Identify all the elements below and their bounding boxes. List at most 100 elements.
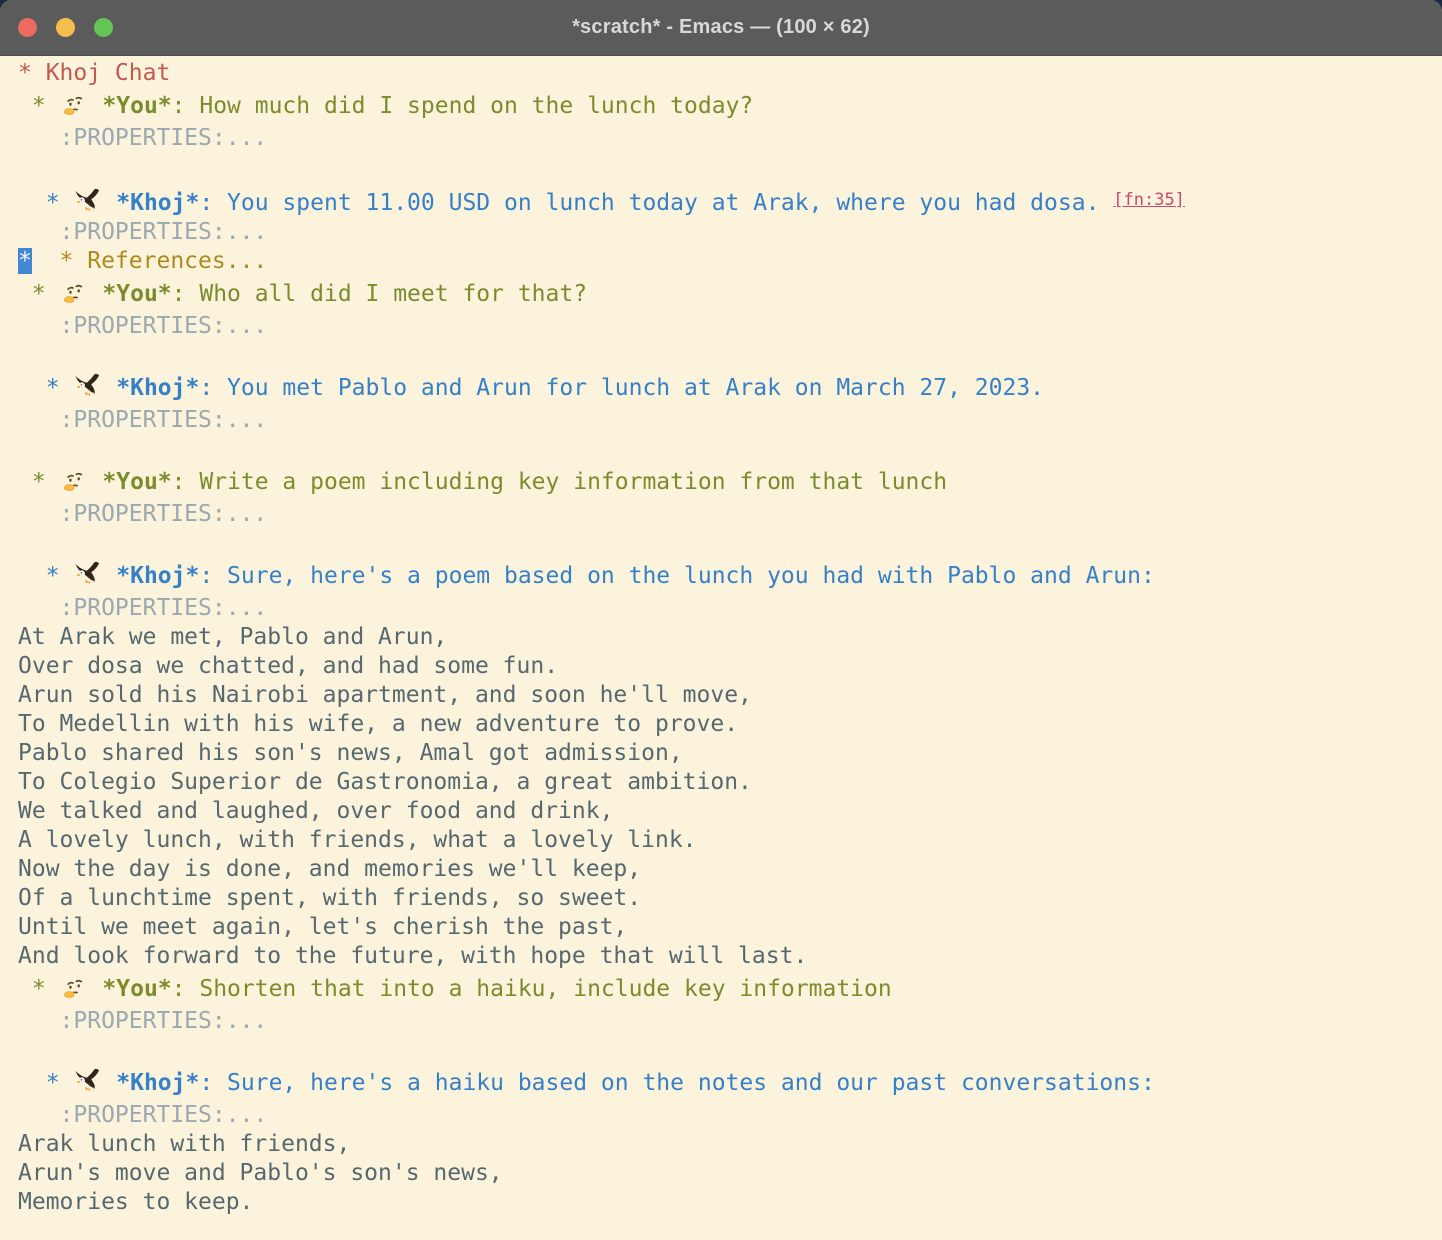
minimize-button[interactable] xyxy=(56,18,75,37)
you-message-text: * xyxy=(18,469,60,495)
you-message-text xyxy=(89,976,103,1002)
khoj-label: *Khoj* xyxy=(116,1070,199,1096)
you-message-text: : How much did I spend on the lunch toda… xyxy=(172,93,754,119)
properties-drawer-folded[interactable]: :PROPERTIES:... xyxy=(18,219,267,245)
message-body-text: We talked and laughed, over food and dri… xyxy=(18,798,613,824)
khoj-message-text: : You met Pablo and Arun for lunch at Ar… xyxy=(199,375,1044,401)
buffer-line[interactable]: :PROPERTIES:... xyxy=(18,1007,1442,1036)
buffer-line[interactable]: We talked and laughed, over food and dri… xyxy=(18,797,1442,826)
buffer-line[interactable]: :PROPERTIES:... xyxy=(18,1101,1442,1130)
buffer-line[interactable]: * *You*: Write a poem including key info… xyxy=(18,464,1442,500)
you-message-text: * xyxy=(18,281,60,307)
buffer-line[interactable]: Arun's move and Pablo's son's news, xyxy=(18,1159,1442,1188)
buffer-line[interactable]: :PROPERTIES:... xyxy=(18,594,1442,623)
message-body-text: Arak lunch with friends, xyxy=(18,1131,350,1157)
buffer-line[interactable]: :PROPERTIES:... xyxy=(18,406,1442,435)
khoj-label: *Khoj* xyxy=(116,563,199,589)
buffer-line[interactable]: :PROPERTIES:... xyxy=(18,500,1442,529)
buffer-line[interactable]: * *Khoj*: Sure, here's a poem based on t… xyxy=(18,558,1442,594)
message-body-text: Of a lunchtime spent, with friends, so s… xyxy=(18,885,641,911)
properties-drawer-folded[interactable]: :PROPERTIES:... xyxy=(18,125,267,151)
buffer-line[interactable] xyxy=(18,341,1442,370)
khoj-message-text: : You spent 11.00 USD on lunch today at … xyxy=(199,190,1113,216)
eagle-emoji xyxy=(74,561,101,588)
buffer-line[interactable]: Pablo shared his son's news, Amal got ad… xyxy=(18,739,1442,768)
org-chat-buffer[interactable]: * Khoj Chat * *You*: How much did I spen… xyxy=(0,56,1442,1240)
buffer-line[interactable]: Over dosa we chatted, and had some fun. xyxy=(18,652,1442,681)
properties-drawer-folded[interactable]: :PROPERTIES:... xyxy=(18,313,267,339)
buffer-line[interactable]: :PROPERTIES:... xyxy=(18,312,1442,341)
close-button[interactable] xyxy=(18,18,37,37)
khoj-message-text: : Sure, here's a poem based on the lunch… xyxy=(199,563,1154,589)
khoj-message-text: * xyxy=(18,375,73,401)
khoj-message-text: * xyxy=(18,1070,73,1096)
message-body-text: To Colegio Superior de Gastronomia, a gr… xyxy=(18,769,752,795)
message-body-text: A lovely lunch, with friends, what a lov… xyxy=(18,827,697,853)
buffer-line[interactable]: Arun sold his Nairobi apartment, and soo… xyxy=(18,681,1442,710)
khoj-message-text xyxy=(102,375,116,401)
buffer-line[interactable]: * *Khoj*: You met Pablo and Arun for lun… xyxy=(18,370,1442,406)
you-message-text: * xyxy=(18,976,60,1002)
properties-drawer-folded[interactable]: :PROPERTIES:... xyxy=(18,1102,267,1128)
traffic-lights xyxy=(18,0,113,55)
buffer-line[interactable]: And look forward to the future, with hop… xyxy=(18,942,1442,971)
buffer-line[interactable]: * * References... xyxy=(18,247,1442,276)
eagle-emoji xyxy=(74,188,101,215)
buffer-line[interactable]: To Colegio Superior de Gastronomia, a gr… xyxy=(18,768,1442,797)
zoom-button[interactable] xyxy=(94,18,113,37)
message-body-text: Arun's move and Pablo's son's news, xyxy=(18,1160,503,1186)
properties-drawer-folded[interactable]: :PROPERTIES:... xyxy=(18,595,267,621)
buffer-line[interactable]: Until we meet again, let's cherish the p… xyxy=(18,913,1442,942)
footnote-link[interactable]: [fn:35] xyxy=(1113,190,1185,210)
buffer-line[interactable]: * *Khoj*: Sure, here's a haiku based on … xyxy=(18,1065,1442,1101)
you-label: *You* xyxy=(102,281,171,307)
buffer-line[interactable]: A lovely lunch, with friends, what a lov… xyxy=(18,826,1442,855)
you-message-text: : Shorten that into a haiku, include key… xyxy=(172,976,892,1002)
buffer-line[interactable]: * Khoj Chat xyxy=(18,59,1442,88)
buffer-line[interactable] xyxy=(18,529,1442,558)
buffer-line[interactable]: Now the day is done, and memories we'll … xyxy=(18,855,1442,884)
buffer-line[interactable]: * *Khoj*: You spent 11.00 USD on lunch t… xyxy=(18,182,1442,218)
eagle-emoji xyxy=(74,1068,101,1095)
thinking-face-emoji xyxy=(61,974,88,1001)
khoj-message-text xyxy=(102,190,116,216)
text-cursor: * xyxy=(18,248,32,274)
thinking-face-emoji xyxy=(61,467,88,494)
references-heading[interactable]: * References... xyxy=(32,248,267,274)
message-body-text: Now the day is done, and memories we'll … xyxy=(18,856,641,882)
properties-drawer-folded[interactable]: :PROPERTIES:... xyxy=(18,501,267,527)
emacs-window: *scratch* - Emacs — (100 × 62) * Khoj Ch… xyxy=(0,0,1442,1240)
buffer-line[interactable]: * *You*: Shorten that into a haiku, incl… xyxy=(18,971,1442,1007)
message-body-text: Over dosa we chatted, and had some fun. xyxy=(18,653,558,679)
titlebar[interactable]: *scratch* - Emacs — (100 × 62) xyxy=(0,0,1442,56)
message-body-text: Arun sold his Nairobi apartment, and soo… xyxy=(18,682,752,708)
khoj-message-text xyxy=(102,563,116,589)
properties-drawer-folded[interactable]: :PROPERTIES:... xyxy=(18,407,267,433)
buffer-line[interactable]: :PROPERTIES:... xyxy=(18,124,1442,153)
buffer-line[interactable]: Of a lunchtime spent, with friends, so s… xyxy=(18,884,1442,913)
khoj-message-text: : Sure, here's a haiku based on the note… xyxy=(199,1070,1154,1096)
buffer-line[interactable] xyxy=(18,435,1442,464)
you-message-text xyxy=(89,93,103,119)
buffer-line[interactable] xyxy=(18,1036,1442,1065)
khoj-message-text xyxy=(102,1070,116,1096)
buffer-line[interactable]: Arak lunch with friends, xyxy=(18,1130,1442,1159)
eagle-emoji xyxy=(74,373,101,400)
thinking-face-emoji xyxy=(61,91,88,118)
message-body-text: Memories to keep. xyxy=(18,1189,253,1215)
buffer-line[interactable] xyxy=(18,153,1442,182)
buffer-line[interactable]: * *You*: Who all did I meet for that? xyxy=(18,276,1442,312)
khoj-message-text: * xyxy=(18,190,73,216)
you-message-text: * xyxy=(18,93,60,119)
you-label: *You* xyxy=(102,976,171,1002)
message-body-text: Until we meet again, let's cherish the p… xyxy=(18,914,627,940)
buffer-line[interactable]: Memories to keep. xyxy=(18,1188,1442,1217)
buffer-line[interactable]: * *You*: How much did I spend on the lun… xyxy=(18,88,1442,124)
buffer-line[interactable]: At Arak we met, Pablo and Arun, xyxy=(18,623,1442,652)
thinking-face-emoji xyxy=(61,279,88,306)
you-message-text: : Write a poem including key information… xyxy=(172,469,947,495)
properties-drawer-folded[interactable]: :PROPERTIES:... xyxy=(18,1008,267,1034)
message-body-text: And look forward to the future, with hop… xyxy=(18,943,807,969)
buffer-line[interactable]: :PROPERTIES:... xyxy=(18,218,1442,247)
buffer-line[interactable]: To Medellin with his wife, a new adventu… xyxy=(18,710,1442,739)
